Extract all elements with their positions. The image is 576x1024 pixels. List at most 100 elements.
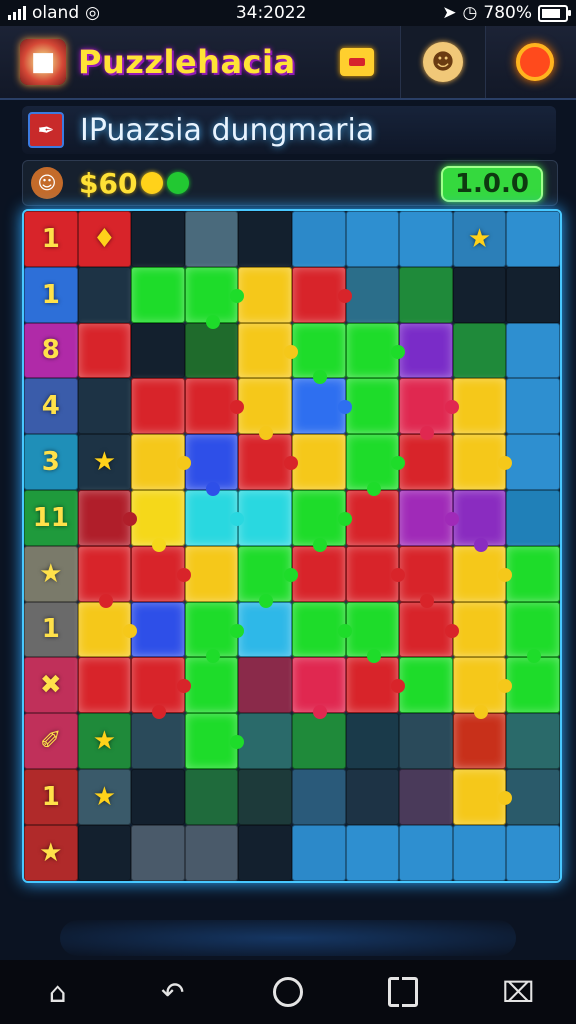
puzzle-piece[interactable]	[77, 601, 138, 658]
puzzle-piece[interactable]	[345, 211, 400, 267]
puzzle-piece[interactable]	[506, 657, 560, 714]
puzzle-piece[interactable]	[506, 713, 560, 769]
puzzle-board[interactable]: 1 ♦ ★ 1 8 4 3 ★ 11 ★ 1 ✖ ✐ ★ 1 ★ ★	[22, 209, 562, 883]
profile-button[interactable]: ☻	[400, 26, 486, 98]
puzzle-piece[interactable]: ★	[24, 824, 78, 881]
puzzle-piece[interactable]: ★	[77, 434, 132, 490]
puzzle-piece[interactable]: 8	[24, 322, 78, 379]
nav-home-button[interactable]: ⌂	[28, 967, 88, 1017]
puzzle-piece[interactable]	[291, 211, 346, 267]
puzzle-piece[interactable]	[184, 378, 245, 435]
nav-close-button[interactable]: ⌧	[488, 967, 548, 1017]
puzzle-piece[interactable]	[452, 713, 507, 769]
puzzle-piece[interactable]	[238, 824, 292, 881]
puzzle-piece[interactable]	[131, 434, 191, 490]
puzzle-piece[interactable]	[399, 545, 453, 608]
puzzle-piece[interactable]	[131, 545, 191, 602]
puzzle-piece[interactable]: 1	[24, 601, 78, 658]
puzzle-grid[interactable]: 1 ♦ ★ 1 8 4 3 ★ 11 ★ 1 ✖ ✐ ★ 1 ★ ★	[24, 211, 560, 881]
puzzle-piece[interactable]	[506, 824, 560, 881]
puzzle-piece[interactable]	[131, 322, 185, 379]
puzzle-piece[interactable]: ★	[452, 211, 507, 267]
nav-back-button[interactable]: ↶	[143, 967, 203, 1017]
puzzle-piece[interactable]	[399, 768, 453, 825]
puzzle-piece[interactable]: ★	[77, 768, 132, 825]
puzzle-piece[interactable]	[291, 378, 352, 435]
puzzle-piece[interactable]	[238, 322, 298, 379]
puzzle-piece[interactable]	[506, 378, 560, 435]
puzzle-piece[interactable]	[77, 266, 132, 323]
puzzle-piece[interactable]	[131, 824, 185, 881]
puzzle-piece[interactable]	[452, 378, 507, 435]
nav-recents-button[interactable]	[373, 967, 433, 1017]
puzzle-piece[interactable]	[291, 657, 346, 720]
puzzle-piece[interactable]: ♦	[77, 211, 132, 267]
puzzle-piece[interactable]	[131, 713, 185, 769]
puzzle-piece[interactable]	[238, 545, 298, 608]
puzzle-piece[interactable]	[506, 768, 560, 825]
puzzle-piece[interactable]	[238, 657, 292, 714]
puzzle-piece[interactable]	[131, 657, 191, 720]
puzzle-piece[interactable]	[131, 378, 185, 435]
puzzle-piece[interactable]	[452, 489, 507, 552]
puzzle-piece[interactable]	[184, 489, 245, 546]
puzzle-piece[interactable]	[238, 601, 292, 658]
puzzle-piece[interactable]	[506, 266, 560, 323]
puzzle-piece[interactable]: 1	[24, 211, 78, 267]
puzzle-piece[interactable]	[291, 601, 352, 658]
puzzle-piece[interactable]	[291, 824, 346, 881]
puzzle-piece[interactable]	[131, 489, 185, 552]
puzzle-piece[interactable]	[399, 378, 459, 441]
puzzle-piece[interactable]	[399, 211, 453, 267]
puzzle-piece[interactable]: ✐	[24, 713, 78, 769]
puzzle-piece[interactable]	[345, 713, 400, 769]
puzzle-piece[interactable]	[238, 768, 292, 825]
puzzle-piece[interactable]	[399, 824, 453, 881]
puzzle-piece[interactable]	[131, 211, 185, 267]
puzzle-piece[interactable]	[77, 378, 132, 435]
puzzle-piece[interactable]	[399, 601, 459, 658]
puzzle-piece[interactable]	[345, 322, 406, 379]
shop-button[interactable]	[324, 26, 390, 98]
puzzle-piece[interactable]	[77, 322, 132, 379]
puzzle-piece[interactable]	[345, 601, 400, 664]
puzzle-piece[interactable]	[452, 545, 513, 602]
puzzle-piece[interactable]	[399, 266, 453, 323]
puzzle-piece[interactable]	[452, 768, 513, 825]
puzzle-piece[interactable]	[345, 545, 406, 602]
puzzle-piece[interactable]	[184, 657, 239, 714]
puzzle-piece[interactable]	[291, 545, 346, 602]
puzzle-piece[interactable]	[238, 713, 292, 769]
puzzle-piece[interactable]	[452, 601, 507, 658]
puzzle-piece[interactable]	[452, 322, 507, 379]
settings-button[interactable]	[494, 26, 576, 98]
puzzle-piece[interactable]	[131, 768, 185, 825]
puzzle-piece[interactable]	[184, 322, 239, 379]
puzzle-piece[interactable]	[238, 489, 292, 546]
puzzle-piece[interactable]	[77, 824, 132, 881]
puzzle-piece[interactable]	[506, 211, 560, 267]
puzzle-piece[interactable]	[238, 378, 292, 441]
puzzle-piece[interactable]	[291, 322, 346, 385]
puzzle-piece[interactable]	[184, 434, 239, 496]
puzzle-piece[interactable]	[399, 434, 453, 490]
puzzle-piece[interactable]	[399, 713, 453, 769]
puzzle-piece[interactable]	[77, 657, 132, 714]
puzzle-piece[interactable]	[184, 824, 239, 881]
puzzle-piece[interactable]	[345, 489, 400, 546]
puzzle-piece[interactable]	[238, 434, 298, 490]
puzzle-piece[interactable]	[238, 266, 292, 323]
puzzle-piece[interactable]: 1	[24, 266, 78, 323]
puzzle-piece[interactable]	[291, 434, 346, 490]
puzzle-piece[interactable]	[345, 768, 400, 825]
puzzle-piece[interactable]	[184, 601, 245, 664]
puzzle-piece[interactable]	[506, 322, 560, 379]
puzzle-piece[interactable]	[77, 545, 132, 608]
puzzle-piece[interactable]: ★	[77, 713, 132, 769]
puzzle-piece[interactable]	[506, 489, 560, 546]
puzzle-piece[interactable]	[184, 211, 239, 267]
puzzle-piece[interactable]	[291, 266, 352, 323]
puzzle-piece[interactable]	[131, 601, 185, 658]
puzzle-piece[interactable]	[184, 713, 245, 769]
puzzle-piece[interactable]	[291, 489, 352, 552]
